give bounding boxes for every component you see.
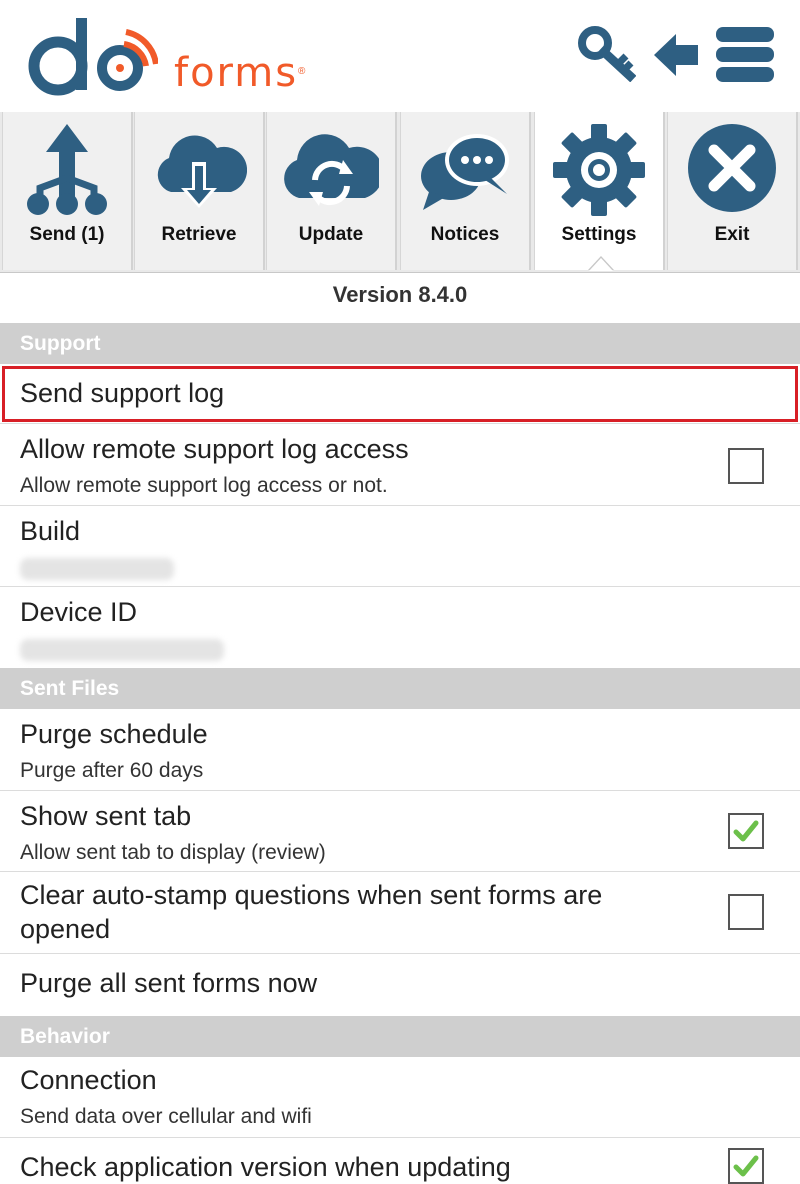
row-title: Check application version when updating <box>20 1152 511 1182</box>
send-button[interactable]: Send (1) <box>2 112 133 270</box>
main-toolbar: Send (1) Retrieve Update Notices Setting… <box>0 112 800 273</box>
send-label: Send (1) <box>29 224 105 245</box>
key-icon[interactable] <box>578 26 637 87</box>
device-id-row: Device ID <box>0 587 800 668</box>
exit-label: Exit <box>714 224 750 245</box>
exit-button[interactable]: Exit <box>667 112 798 270</box>
section-support: Support <box>0 323 800 364</box>
chat-bubbles-icon <box>401 122 529 222</box>
section-behavior: Behavior <box>0 1016 800 1057</box>
redacted-value <box>20 639 224 661</box>
clear-autostamp-row[interactable]: Clear auto-stamp questions when sent for… <box>0 872 800 954</box>
update-button[interactable]: Update <box>266 112 397 270</box>
row-title-line1: Clear auto-stamp questions when sent for… <box>20 880 603 910</box>
row-subtitle: Allow remote support log access or not. <box>20 474 388 497</box>
show-sent-tab-row[interactable]: Show sent tab Allow sent tab to display … <box>0 791 800 872</box>
row-title: Allow remote support log access <box>20 434 409 464</box>
back-arrow-icon[interactable] <box>654 34 700 81</box>
gear-icon <box>535 122 663 222</box>
row-subtitle: Allow sent tab to display (review) <box>20 841 326 864</box>
cloud-download-icon <box>135 122 263 222</box>
check-version-checkbox[interactable] <box>728 1148 764 1184</box>
clear-autostamp-checkbox[interactable] <box>728 894 764 930</box>
close-circle-icon <box>668 122 796 222</box>
row-title: Build <box>20 516 81 546</box>
section-title: Behavior <box>20 1025 110 1048</box>
connection-row[interactable]: Connection Send data over cellular and w… <box>0 1057 800 1138</box>
check-icon <box>733 820 759 842</box>
purge-all-row[interactable]: Purge all sent forms now <box>0 954 800 1016</box>
cloud-sync-icon <box>267 122 395 222</box>
section-sent-files: Sent Files <box>0 668 800 709</box>
settings-label: Settings <box>561 224 637 245</box>
retrieve-button[interactable]: Retrieve <box>134 112 265 270</box>
redacted-value <box>20 558 174 580</box>
remote-log-access-row[interactable]: Allow remote support log access Allow re… <box>0 424 800 506</box>
notices-button[interactable]: Notices <box>400 112 531 270</box>
row-subtitle: Purge after 60 days <box>20 759 204 782</box>
build-row: Build <box>0 506 800 587</box>
check-version-row[interactable]: Check application version when updating <box>0 1138 800 1184</box>
registered-mark: ® <box>298 66 306 77</box>
remote-log-checkbox[interactable] <box>728 448 764 484</box>
update-label: Update <box>298 224 364 245</box>
row-title-line2: opened <box>20 914 111 944</box>
app-header: forms ® <box>0 0 800 112</box>
selection-highlight <box>2 366 798 422</box>
row-title: Show sent tab <box>20 801 192 831</box>
row-subtitle: Send data over cellular and wifi <box>20 1105 312 1128</box>
check-icon <box>733 1155 759 1177</box>
show-sent-tab-checkbox[interactable] <box>728 813 764 849</box>
version-label: Version 8.4.0 <box>332 282 468 307</box>
purge-schedule-row[interactable]: Purge schedule Purge after 60 days <box>0 709 800 791</box>
row-title: Purge schedule <box>20 719 208 749</box>
row-title: Connection <box>20 1065 157 1095</box>
logo-text: forms <box>174 50 299 96</box>
retrieve-label: Retrieve <box>161 224 237 245</box>
notices-label: Notices <box>430 224 500 245</box>
row-title: Purge all sent forms now <box>20 968 318 998</box>
menu-icon[interactable] <box>716 27 774 88</box>
doforms-logo: forms ® <box>28 14 305 100</box>
settings-button[interactable]: Settings <box>534 112 665 270</box>
row-title: Device ID <box>20 597 138 627</box>
send-upload-icon <box>3 122 131 222</box>
active-tab-caret <box>588 256 614 271</box>
section-title: Support <box>20 332 101 355</box>
section-title: Sent Files <box>20 677 120 700</box>
